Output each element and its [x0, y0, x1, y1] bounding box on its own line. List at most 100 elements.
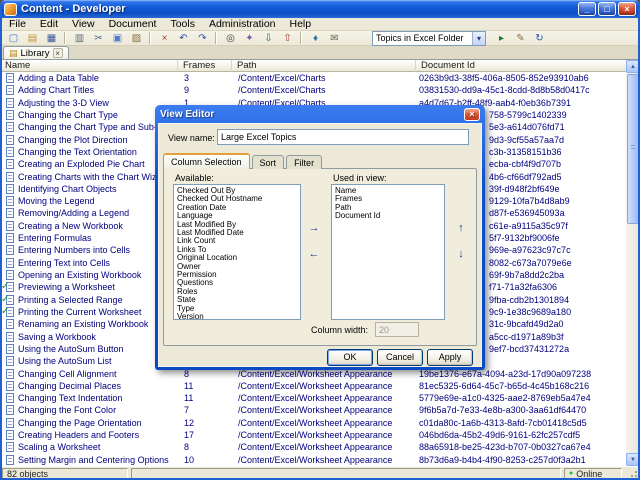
row-document-id: 046bd6da-45b2-49d6-9161-62fc257cdf5	[419, 430, 581, 441]
minimize-button[interactable]: _	[578, 2, 596, 16]
row-name: Changing the Font Color	[18, 405, 117, 416]
tab-sort[interactable]: Sort	[251, 155, 285, 169]
print-icon[interactable]: ▥	[64, 31, 89, 46]
menu-item[interactable]: Help	[283, 18, 319, 31]
row-name: Changing Text Indentation	[18, 393, 123, 404]
topic-icon	[6, 208, 14, 219]
menu-item[interactable]: File	[2, 18, 33, 31]
scroll-down-icon[interactable]: ▼	[626, 453, 640, 466]
row-frames: 9	[184, 85, 190, 96]
table-row[interactable]: ✓ Changing Decimal Places 11 /Content/Ex…	[0, 380, 626, 392]
row-path: /Content/Excel/Worksheet Appearance	[238, 442, 393, 453]
table-row[interactable]: ✓ Scaling a Worksheet 8 /Content/Excel/W…	[0, 441, 626, 453]
row-path: /Content/Excel/Worksheet Appearance	[238, 393, 393, 404]
available-columns-list[interactable]: Checked Out By Checked Out Hostname Creati…	[173, 184, 301, 320]
new-topic-icon[interactable]: ▢	[4, 31, 23, 46]
properties-icon[interactable]: ✦	[240, 31, 259, 46]
dialog-close-icon[interactable]: ×	[464, 107, 480, 121]
view-name-input[interactable]	[217, 129, 469, 145]
table-row[interactable]: ✓ Setting Margin and Centering Options 1…	[0, 454, 626, 466]
column-header-path[interactable]: Path	[232, 60, 416, 72]
column-header-name[interactable]: Name	[0, 60, 178, 72]
open-icon[interactable]: ▤	[23, 31, 42, 46]
toolbar-icon-glyph: ✉	[330, 32, 339, 44]
topic-icon	[6, 417, 14, 428]
toolbar-icon-glyph: ✎	[516, 32, 525, 44]
chevron-down-icon[interactable]: ▾	[472, 31, 485, 45]
maximize-button[interactable]: □	[598, 2, 616, 16]
available-label: Available:	[175, 173, 214, 183]
scroll-up-icon[interactable]: ▲	[626, 60, 640, 73]
table-row[interactable]: ✓ Adding a Data Table 3 /Content/Excel/C…	[0, 72, 626, 84]
move-up-button[interactable]: ↑	[452, 220, 470, 236]
toolbar-icon-glyph: ▣	[112, 32, 123, 44]
resize-grip[interactable]	[625, 468, 638, 480]
tab-library[interactable]: ▤ Library ×	[3, 46, 69, 59]
save-icon[interactable]: ▦	[42, 31, 61, 46]
list-item[interactable]: Version	[177, 312, 297, 319]
row-name: Identifying Chart Objects	[18, 183, 117, 194]
topic-icon	[6, 85, 14, 96]
menu-item[interactable]: Tools	[163, 18, 202, 31]
tab-filter[interactable]: Filter	[286, 155, 323, 169]
toolbar-icon-glyph: ♦	[312, 32, 319, 44]
apply-button[interactable]: Apply	[427, 349, 473, 366]
toolbar-icon-glyph: ↶	[179, 32, 188, 44]
scrollbar-thumb[interactable]	[627, 74, 639, 224]
row-path: /Content/Excel/Worksheet Appearance	[238, 430, 393, 441]
copy-icon[interactable]: ▣	[108, 31, 127, 46]
apply-view-icon[interactable]: ▸	[492, 31, 511, 46]
row-path: /Content/Excel/Worksheet Appearance	[238, 454, 393, 465]
menu-item[interactable]: View	[65, 18, 102, 31]
approved-check-icon: ✓	[1, 293, 10, 305]
edit-views-icon[interactable]: ✎	[511, 31, 530, 46]
table-row[interactable]: ✓ Changing the Font Color 7 /Content/Exc…	[0, 404, 626, 416]
row-name: Creating a New Workbook	[18, 220, 123, 231]
title-bar: Content - Developer _ □ ×	[0, 0, 640, 18]
list-item[interactable]: Document Id	[335, 211, 441, 220]
list-item[interactable]: State	[177, 295, 297, 304]
approved-check-icon: ✓	[1, 305, 10, 317]
table-row[interactable]: ✓ Creating Headers and Footers 17 /Conte…	[0, 429, 626, 441]
view-selector-dropdown[interactable]: Topics in Excel Folder ▾	[372, 30, 486, 46]
menu-item[interactable]: Edit	[33, 18, 65, 31]
move-left-button[interactable]: ←	[305, 246, 323, 262]
move-right-button[interactable]: →	[305, 220, 323, 236]
topic-icon	[6, 245, 14, 256]
topic-icon	[6, 380, 14, 391]
table-row[interactable]: ✓ Changing Text Indentation 11 /Content/…	[0, 392, 626, 404]
search-icon[interactable]: ◎	[215, 31, 240, 46]
row-name: Setting Margin and Centering Options	[18, 454, 169, 465]
column-header-document-id[interactable]: Document Id	[416, 60, 626, 72]
checkin-icon[interactable]: ⇩	[259, 31, 278, 46]
table-row[interactable]: ✓ Adding Chart Titles 9 /Content/Excel/C…	[0, 84, 626, 96]
checkout-icon[interactable]: ⇧	[278, 31, 297, 46]
cancel-button[interactable]: Cancel	[377, 349, 423, 366]
cut-icon[interactable]: ✂	[89, 31, 108, 46]
redo-icon[interactable]: ↷	[193, 31, 212, 46]
view-name-label: View name:	[168, 133, 215, 143]
vertical-scrollbar[interactable]: ▲ ▼	[626, 60, 640, 466]
used-columns-list[interactable]: Name Frames Path Document Id	[331, 184, 445, 320]
ok-button[interactable]: OK	[327, 349, 373, 366]
tab-close-icon[interactable]: ×	[52, 48, 63, 58]
topic-icon	[6, 196, 14, 207]
workflow-icon[interactable]: ♦	[300, 31, 325, 46]
row-name: Entering Formulas	[18, 233, 92, 244]
row-name: Creating Charts with the Chart Wizard	[18, 171, 170, 182]
table-row[interactable]: ✓ Changing the Page Orientation 12 /Cont…	[0, 417, 626, 429]
refresh-icon[interactable]: ↻	[530, 31, 549, 46]
email-icon[interactable]: ✉	[325, 31, 344, 46]
tab-column-selection[interactable]: Column Selection	[163, 153, 250, 169]
move-down-button[interactable]: ↓	[452, 246, 470, 262]
undo-icon[interactable]: ↶	[174, 31, 193, 46]
column-header-frames[interactable]: Frames	[178, 60, 232, 72]
menu-item[interactable]: Document	[102, 18, 164, 31]
close-button[interactable]: ×	[618, 2, 636, 16]
delete-icon[interactable]: ×	[149, 31, 174, 46]
dialog-title-bar: View Editor ×	[158, 105, 482, 123]
topic-icon	[6, 343, 14, 354]
paste-icon[interactable]: ▨	[127, 31, 146, 46]
menu-item[interactable]: Administration	[202, 18, 283, 31]
row-name: Creating an Exploded Pie Chart	[18, 159, 145, 170]
